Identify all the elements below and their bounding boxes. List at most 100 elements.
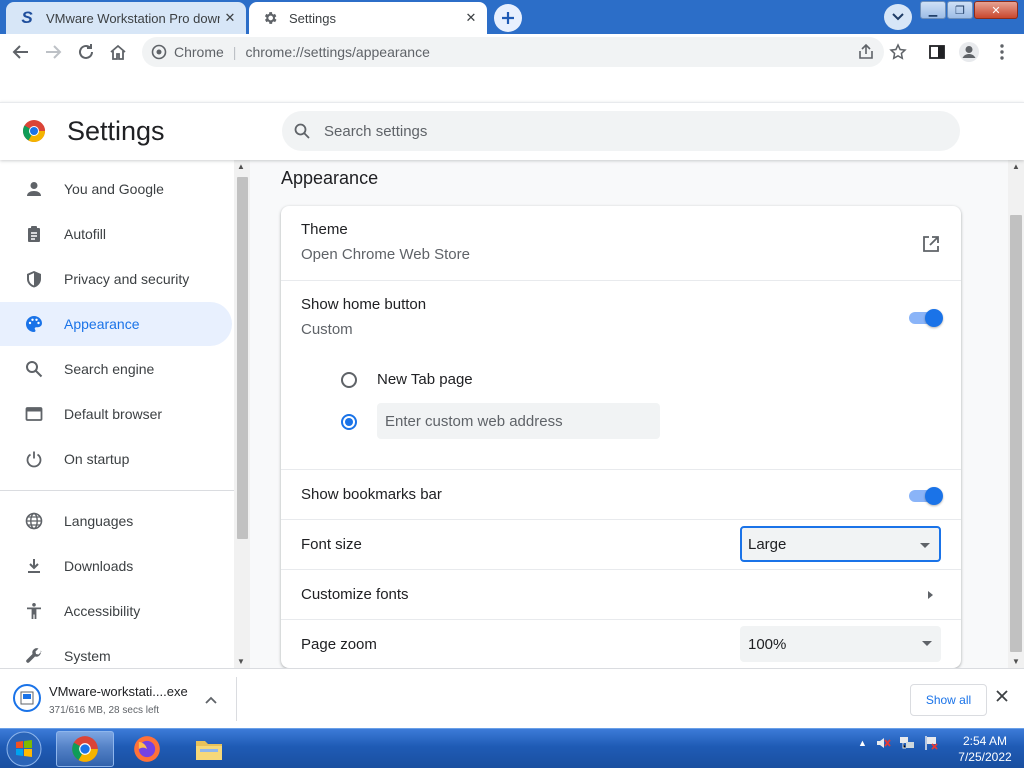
taskbar-file-explorer[interactable]	[180, 731, 238, 767]
action-center-flag-icon[interactable]	[923, 735, 939, 751]
home-icon	[110, 44, 126, 60]
sidebar-item-appearance[interactable]: Appearance	[0, 302, 232, 346]
reload-button[interactable]	[74, 40, 98, 64]
bookmark-star-button[interactable]	[886, 40, 910, 64]
download-filename[interactable]: VMware-workstati....exe	[49, 684, 188, 699]
sidebar-item-privacy[interactable]: Privacy and security	[0, 257, 232, 301]
search-placeholder: Search settings	[324, 122, 428, 140]
sidebar-item-label: Languages	[64, 513, 134, 529]
customize-fonts-label: Customize fonts	[301, 586, 409, 603]
sidebar-item-label: System	[64, 648, 111, 664]
taskbar-chrome[interactable]	[56, 731, 114, 767]
tab-search-button[interactable]	[884, 4, 912, 30]
new-tab-radio[interactable]	[341, 372, 357, 388]
network-icon[interactable]	[899, 735, 915, 751]
settings-main: Appearance Theme Open Chrome Web Store S…	[250, 160, 1008, 668]
close-tab-icon[interactable]: ✕	[220, 8, 240, 28]
sidebar-item-languages[interactable]: Languages	[0, 499, 232, 543]
font-size-select[interactable]: Large	[740, 526, 941, 562]
chrome-site-icon	[148, 41, 170, 63]
show-hidden-icons-icon[interactable]: ▲	[858, 738, 867, 748]
sidebar-item-label: Default browser	[64, 406, 163, 422]
chrome-menu-button[interactable]	[990, 40, 1014, 64]
sidebar-item-autofill[interactable]: Autofill	[0, 212, 232, 256]
bookmarks-bar-row: Show bookmarks bar	[281, 469, 961, 519]
taskbar-firefox[interactable]	[118, 731, 176, 767]
sidebar-item-downloads[interactable]: Downloads	[0, 544, 232, 588]
tab-settings[interactable]: Settings ✕	[249, 2, 487, 34]
sidebar-item-accessibility[interactable]: Accessibility	[0, 589, 232, 633]
windows-logo-icon	[6, 731, 42, 767]
sidebar-item-you-and-google[interactable]: You and Google	[0, 167, 232, 211]
download-options-chevron-icon[interactable]	[205, 691, 217, 709]
close-window-button[interactable]: ✕	[974, 1, 1018, 19]
profile-button[interactable]	[957, 40, 981, 64]
font-size-label: Font size	[301, 536, 362, 553]
customize-fonts-row[interactable]: Customize fonts	[281, 569, 961, 619]
side-panel-button[interactable]	[925, 40, 949, 64]
sidebar-item-system[interactable]: System	[0, 634, 232, 668]
back-button[interactable]	[9, 40, 33, 64]
share-icon	[859, 43, 873, 59]
sidebar-item-on-startup[interactable]: On startup	[0, 437, 232, 481]
bookmarks-bar-label: Show bookmarks bar	[301, 486, 442, 503]
clock-date: 7/25/2022	[958, 750, 1012, 764]
show-all-button[interactable]: Show all	[910, 684, 987, 716]
arrow-right-icon	[46, 45, 62, 59]
system-tray: ▲	[858, 735, 939, 751]
search-icon	[24, 359, 44, 379]
star-icon	[889, 43, 907, 60]
installer-file-icon	[20, 691, 34, 705]
share-button[interactable]	[854, 40, 878, 64]
close-shelf-icon[interactable]	[996, 689, 1008, 707]
firefox-logo-icon	[134, 736, 160, 762]
forward-button[interactable]	[41, 40, 65, 64]
speaker-muted-icon[interactable]	[875, 735, 891, 751]
wrench-icon	[24, 646, 44, 666]
browser-window-icon	[24, 404, 44, 424]
plus-icon	[502, 12, 514, 24]
page-title: Settings	[67, 116, 165, 146]
windows-taskbar: ▲ 2:54 AM 7/25/2022	[0, 728, 1024, 768]
restore-button[interactable]: ❐	[947, 1, 973, 19]
custom-address-input[interactable]: Enter custom web address	[377, 403, 660, 439]
download-shelf: VMware-workstati....exe 371/616 MB, 28 s…	[0, 668, 1024, 728]
font-size-value: Large	[748, 535, 787, 553]
search-settings-input[interactable]: Search settings	[282, 111, 960, 151]
home-button-row: Show home button Custom New Tab page Ent…	[281, 280, 961, 469]
page-zoom-label: Page zoom	[301, 636, 377, 653]
home-button-toggle[interactable]	[909, 309, 943, 327]
scroll-up-arrow-icon[interactable]: ▲	[1012, 162, 1020, 171]
new-tab-label: New Tab page	[377, 371, 473, 388]
home-button[interactable]	[106, 40, 130, 64]
section-title: Appearance	[281, 168, 379, 188]
sidebar-divider	[0, 490, 234, 491]
page-zoom-value: 100%	[748, 635, 787, 653]
theme-row[interactable]: Theme Open Chrome Web Store	[281, 206, 961, 280]
address-bar[interactable]: Chrome | chrome://settings/appearance	[142, 37, 884, 67]
globe-icon	[24, 511, 44, 531]
scroll-down-arrow-icon[interactable]: ▼	[1012, 657, 1020, 666]
folder-icon	[196, 741, 222, 760]
person-icon	[24, 179, 44, 199]
scroll-up-arrow-icon[interactable]: ▲	[237, 162, 245, 171]
close-tab-icon[interactable]: ✕	[461, 8, 481, 28]
clipboard-icon	[24, 224, 44, 244]
new-tab-button[interactable]	[494, 4, 522, 32]
main-scrollbar-thumb[interactable]	[1010, 215, 1022, 652]
custom-address-radio[interactable]	[341, 414, 357, 430]
sidebar-scrollbar-thumb[interactable]	[237, 177, 248, 539]
start-button[interactable]	[4, 730, 44, 768]
tab-vmware[interactable]: S VMware Workstation Pro downlo ✕	[6, 2, 246, 34]
taskbar-clock[interactable]: 2:54 AM 7/25/2022	[950, 733, 1020, 765]
scroll-down-arrow-icon[interactable]: ▼	[237, 657, 245, 666]
sidebar-item-default-browser[interactable]: Default browser	[0, 392, 232, 436]
open-in-new-icon[interactable]	[922, 235, 940, 258]
tab-title: Settings	[289, 10, 336, 26]
sidebar-item-label: Privacy and security	[64, 271, 190, 287]
reload-icon	[79, 44, 93, 59]
minimize-button[interactable]: ▁	[920, 1, 946, 19]
sidebar-item-search-engine[interactable]: Search engine	[0, 347, 232, 391]
bookmarks-bar-toggle[interactable]	[909, 487, 943, 505]
page-zoom-select[interactable]: 100%	[740, 626, 941, 662]
